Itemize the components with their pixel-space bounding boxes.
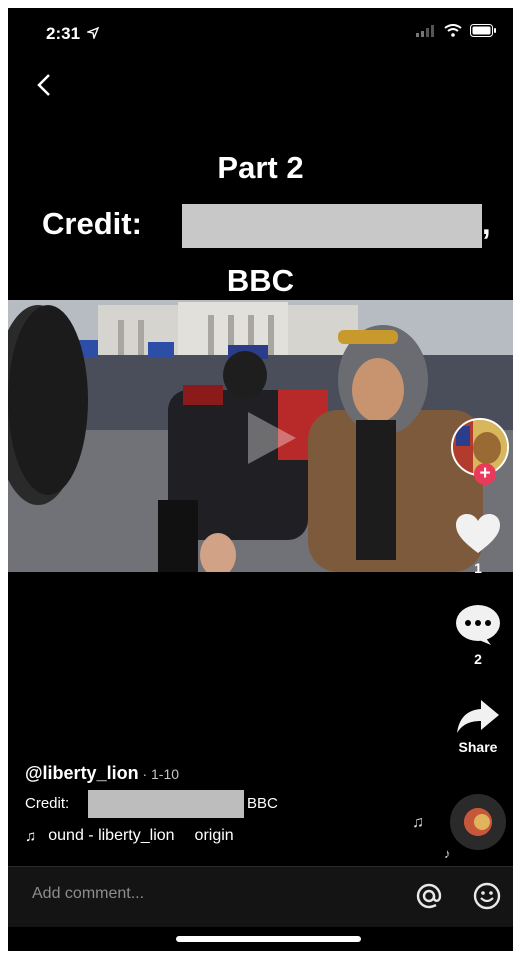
share-icon bbox=[457, 700, 499, 733]
sound-link[interactable]: ♫ ound - liberty_lion origin bbox=[25, 827, 234, 845]
floating-note-icon-small: ♪ bbox=[444, 846, 451, 861]
overlay-line-2-suffix: , bbox=[482, 206, 491, 241]
follow-button[interactable]: + bbox=[474, 463, 496, 485]
post-date: · 1-10 bbox=[138, 766, 180, 782]
signal-icon bbox=[416, 24, 434, 37]
heart-icon bbox=[456, 514, 500, 553]
sound-disc[interactable] bbox=[450, 794, 506, 850]
comment-bar: Add comment... bbox=[8, 866, 513, 927]
home-indicator bbox=[176, 936, 361, 942]
share-label: Share bbox=[458, 739, 498, 755]
sound-suffix: origin bbox=[194, 827, 234, 844]
caption-credit-label: Credit: bbox=[25, 795, 70, 812]
wifi-icon bbox=[444, 24, 462, 37]
floating-note-icon: ♫ bbox=[412, 814, 424, 831]
like-button[interactable]: 1 bbox=[448, 513, 508, 576]
comment-count: 2 bbox=[474, 651, 482, 667]
overlay-line-3: BBC bbox=[226, 263, 295, 298]
caption-username[interactable]: @liberty_lion · 1-10 bbox=[25, 763, 179, 784]
music-note-icon: ♫ bbox=[25, 827, 37, 845]
caption-credit-end: BBC bbox=[247, 795, 278, 812]
sound-title: ound - liberty_lion bbox=[48, 827, 175, 844]
location-icon bbox=[85, 26, 100, 41]
redaction-box bbox=[182, 204, 482, 248]
battery-icon bbox=[470, 24, 496, 37]
overlay-line-1: Part 2 bbox=[217, 150, 304, 185]
play-icon[interactable] bbox=[240, 408, 300, 468]
like-count: 1 bbox=[474, 560, 482, 576]
comment-input[interactable]: Add comment... bbox=[32, 885, 144, 903]
username-text[interactable]: @liberty_lion bbox=[25, 763, 139, 783]
overlay-line-2-prefix: Credit: bbox=[42, 206, 142, 241]
caption-redaction-box bbox=[88, 790, 244, 818]
back-icon[interactable] bbox=[30, 70, 60, 100]
status-time-text: 2:31 bbox=[46, 24, 81, 43]
share-button[interactable]: Share bbox=[448, 698, 508, 755]
sound-disc-image bbox=[464, 808, 492, 836]
phone-screen: 2:31 Part 2 Credit: , BBC + 1 2 Share @l… bbox=[8, 8, 513, 951]
comment-icon bbox=[456, 605, 500, 645]
comment-button[interactable]: 2 bbox=[448, 604, 508, 667]
status-icons bbox=[416, 24, 497, 37]
disc-art bbox=[464, 808, 492, 836]
at-icon[interactable] bbox=[414, 881, 444, 911]
status-time: 2:31 bbox=[46, 24, 100, 44]
emoji-icon[interactable] bbox=[472, 881, 502, 911]
